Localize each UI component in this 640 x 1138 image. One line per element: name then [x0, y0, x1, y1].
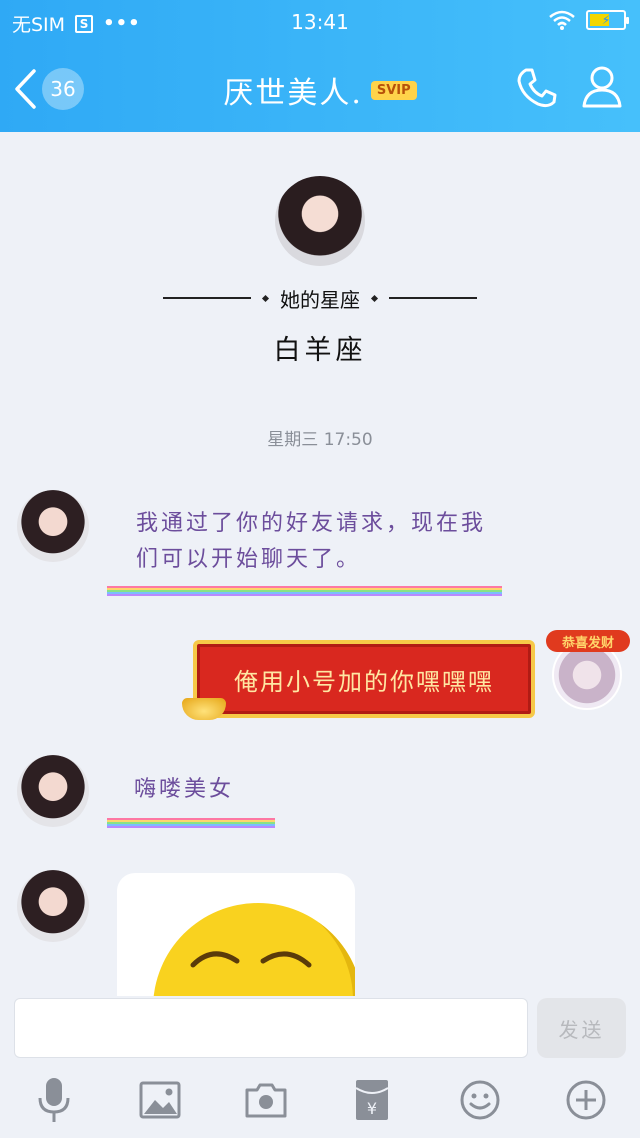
contact-avatar[interactable] — [17, 490, 89, 562]
bubble-rainbow-underline — [107, 586, 502, 598]
divider-left — [163, 297, 251, 299]
svip-badge: SVIP — [370, 80, 417, 100]
my-message-bubble[interactable]: 俺用小号加的你嘿嘿嘿 — [193, 640, 535, 718]
red-packet-icon: ¥ — [355, 1080, 389, 1120]
wifi-icon — [549, 10, 575, 30]
contact-profile-button[interactable] — [578, 62, 626, 110]
crying-emoji-image — [153, 903, 355, 1003]
charging-bolt-icon: ⚡ — [601, 13, 611, 27]
image-button[interactable] — [134, 1074, 186, 1126]
message-text: 俺用小号加的你嘿嘿嘿 — [234, 667, 494, 696]
bubble-rainbow-underline — [107, 818, 275, 830]
nav-bar: 36 厌世美人. SVIP — [0, 44, 640, 132]
status-bar: 无SIM S ••• 13:41 ⚡ — [0, 0, 640, 44]
voice-button[interactable] — [28, 1074, 80, 1126]
emoji-eyes-icon — [190, 951, 312, 968]
camera-button[interactable] — [240, 1074, 292, 1126]
status-right: ⚡ — [548, 9, 629, 31]
phone-call-button[interactable] — [512, 64, 560, 112]
contact-avatar-large[interactable] — [275, 176, 365, 266]
message-text[interactable]: 嗨喽美女 — [134, 772, 274, 808]
divider-dot-right — [370, 294, 379, 302]
emoji-icon — [460, 1080, 500, 1120]
svg-text:¥: ¥ — [367, 1099, 377, 1118]
zodiac-label: 她的星座 — [280, 287, 360, 312]
contact-avatar[interactable] — [17, 870, 89, 942]
zodiac-value: 白羊座 — [273, 335, 367, 366]
input-area: 发送 ¥ — [0, 996, 640, 1138]
image-icon — [139, 1081, 181, 1119]
zodiac-header: 她的星座 — [150, 285, 490, 312]
emoji-button[interactable] — [454, 1074, 506, 1126]
avatar-pendant-badge: 恭喜发财 — [546, 630, 630, 652]
message-input[interactable] — [14, 998, 528, 1058]
more-button[interactable] — [560, 1074, 612, 1126]
chat-title: 厌世美人. — [223, 76, 363, 111]
mic-icon — [38, 1078, 70, 1122]
status-time: 13:41 — [291, 10, 349, 34]
input-toolbar: ¥ — [0, 1074, 640, 1130]
battery-icon: ⚡ — [586, 10, 629, 30]
message-timestamp: 星期三 17:50 — [267, 430, 373, 450]
send-button[interactable]: 发送 — [537, 998, 626, 1058]
red-packet-button[interactable]: ¥ — [346, 1074, 398, 1126]
divider-right — [389, 297, 477, 299]
header: 无SIM S ••• 13:41 ⚡ 36 厌世美人. SVIP — [0, 0, 640, 132]
image-message[interactable] — [117, 873, 355, 1003]
message-text[interactable]: 我通过了你的好友请求，现在我们可以开始聊天了。 — [136, 506, 496, 578]
contact-avatar[interactable] — [17, 755, 89, 827]
gold-ingot-icon — [182, 698, 226, 720]
camera-icon — [245, 1083, 287, 1118]
divider-dot-left — [261, 294, 270, 302]
plus-icon — [566, 1080, 606, 1120]
